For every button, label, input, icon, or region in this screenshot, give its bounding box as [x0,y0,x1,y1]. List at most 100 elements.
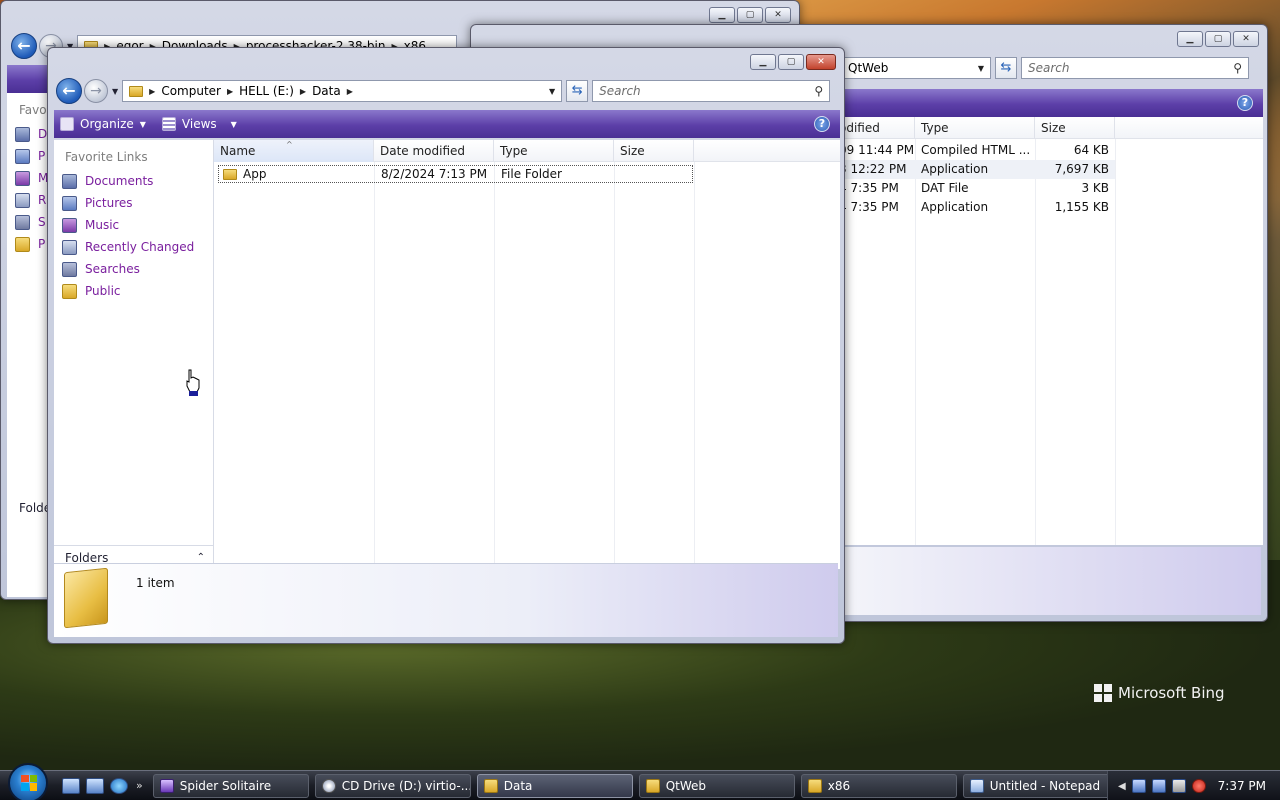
help-icon[interactable]: ? [1237,95,1253,111]
nav-item-music[interactable]: Music [54,214,213,236]
table-row[interactable]: 4 7:35 PM DAT File 3 KB [831,179,1109,198]
taskbar-button-qtweb[interactable]: QtWeb [638,773,795,798]
column-date-modified[interactable]: Date modified [374,140,494,162]
show-desktop-icon[interactable] [62,777,80,794]
switch-windows-icon[interactable] [86,777,104,794]
show-hidden-icons-icon[interactable]: ◀ [1118,781,1126,792]
table-row[interactable]: 3 12:22 PM Application 7,697 KB [831,160,1115,179]
nav-item-public[interactable]: Public [54,280,213,302]
volume-icon[interactable] [1171,779,1186,793]
chevron-down-icon: ▼ [139,119,146,129]
hand-cursor-icon [186,369,200,396]
address-dropdown-icon[interactable]: ▼ [549,87,555,96]
details-pane: 1 item [54,563,838,637]
refresh-icon[interactable]: ⇆ [566,80,589,102]
back-arrow-icon[interactable]: ← [56,78,82,104]
searches-icon [62,261,77,277]
qtweb-file-list: odified Type Size 09 11:44 PM Compiled H… [831,117,1263,545]
organize-button[interactable]: Organize ▼ [60,117,146,131]
data-nav-pane: Favorite Links Documents Pictures Music … [54,140,214,569]
column-size[interactable]: Size [614,140,694,162]
x86-caption-buttons: ▁ ▢ ✕ [709,7,791,23]
sort-ascending-icon: ^ [286,140,293,149]
item-count: 1 item [136,576,175,590]
pictures-icon [62,195,77,211]
close-button[interactable]: ✕ [1233,31,1259,47]
qtweb-column-header: odified Type Size [831,117,1263,139]
back-arrow-icon[interactable]: ← [11,33,37,59]
bing-logo-icon [1094,684,1112,702]
data-address-bar[interactable]: ▶ Computer ▶ HELL (E:) ▶ Data ▶ ▼ [122,80,563,102]
column-type[interactable]: Type [494,140,614,162]
maximize-button[interactable]: ▢ [737,7,763,23]
window-data[interactable]: ▁ ▢ ✕ ← → ▼ ▶ Computer ▶ HELL (E:) ▶ Dat… [47,47,845,644]
data-caption-buttons: ▁ ▢ ✕ [750,54,836,70]
network-icon[interactable] [1131,779,1146,793]
crumb-data[interactable]: Data [312,84,341,98]
close-button[interactable]: ✕ [765,7,791,23]
folder-icon [223,168,237,180]
table-row[interactable]: 09 11:44 PM Compiled HTML ... 64 KB [831,141,1109,160]
favorite-links-title: Favorite Links [65,150,148,164]
minimize-button[interactable]: ▁ [750,54,776,70]
views-icon [161,117,176,131]
help-icon[interactable]: ? [814,116,830,132]
qtweb-address-bar[interactable]: QtWeb ▼ [841,57,991,79]
organize-icon [60,117,74,131]
maximize-button[interactable]: ▢ [1205,31,1231,47]
recent-icon [62,239,77,255]
history-dropdown-icon[interactable]: ▼ [112,87,118,96]
alert-icon[interactable] [1191,779,1206,793]
data-column-header: ^ Name Date modified Type Size [214,140,840,162]
cd-drive-icon [321,778,336,793]
table-row[interactable]: 4 7:35 PM Application 1,155 KB [831,198,1109,217]
pictures-icon [15,148,30,164]
nav-item-pictures[interactable]: Pictures [54,192,213,214]
taskbar-button-x86[interactable]: x86 [800,773,957,798]
taskbar-button-spider-solitaire[interactable]: Spider Solitaire [152,773,309,798]
start-button[interactable] [8,762,48,800]
documents-icon [15,126,30,142]
internet-explorer-icon[interactable] [110,777,128,794]
data-file-list[interactable]: ^ Name Date modified Type Size App 8/2/2… [214,140,840,569]
views-button[interactable]: Views ▼ [161,117,237,131]
qtweb-caption-buttons: ▁ ▢ ✕ [1177,31,1259,47]
table-row-app[interactable]: App 8/2/2024 7:13 PM File Folder [218,165,693,183]
magnifier-icon[interactable]: ⚲ [814,84,823,98]
close-button[interactable]: ✕ [806,54,836,70]
chevron-up-icon: ⌃ [196,552,205,563]
taskbar-button-notepad[interactable]: Untitled - Notepad [962,773,1113,798]
taskbar-button-data[interactable]: Data [476,773,633,798]
crumb-computer[interactable]: Computer [161,84,221,98]
data-command-bar: Organize ▼ Views ▼ ? [54,110,840,138]
magnifier-icon[interactable]: ⚲ [1233,61,1242,75]
crumb-drive[interactable]: HELL (E:) [239,84,294,98]
clock[interactable]: 7:37 PM [1218,779,1266,793]
quick-launch-more-icon[interactable]: » [136,779,143,792]
refresh-icon[interactable]: ⇆ [995,57,1017,79]
data-search-input[interactable]: Search ⚲ [592,80,831,102]
security-icon[interactable] [1151,779,1166,793]
nav-item-searches[interactable]: Searches [54,258,213,280]
column-name[interactable]: ^ Name [214,140,374,162]
maximize-button[interactable]: ▢ [778,54,804,70]
qtweb-details-pane [837,547,1261,615]
recent-icon [15,192,30,208]
minimize-button[interactable]: ▁ [1177,31,1203,47]
qtweb-search-input[interactable]: Search ⚲ [1021,57,1249,79]
minimize-button[interactable]: ▁ [709,7,735,23]
searches-icon [15,214,30,230]
nav-item-recently-changed[interactable]: Recently Changed [54,236,213,258]
nav-item-documents[interactable]: Documents [54,170,213,192]
bing-branding: Microsoft Bing [1094,684,1225,702]
forward-arrow-icon[interactable]: → [84,79,108,103]
column-type[interactable]: Type [915,117,1035,139]
address-dropdown-icon[interactable]: ▼ [978,64,984,73]
music-icon [15,170,30,186]
solitaire-icon [159,778,174,793]
column-size[interactable]: Size [1035,117,1115,139]
bing-label: Microsoft Bing [1118,684,1225,702]
taskbar-button-cd-drive[interactable]: CD Drive (D:) virtio-... [314,773,471,798]
folder-icon [64,567,108,629]
windows-logo-icon [21,774,37,791]
